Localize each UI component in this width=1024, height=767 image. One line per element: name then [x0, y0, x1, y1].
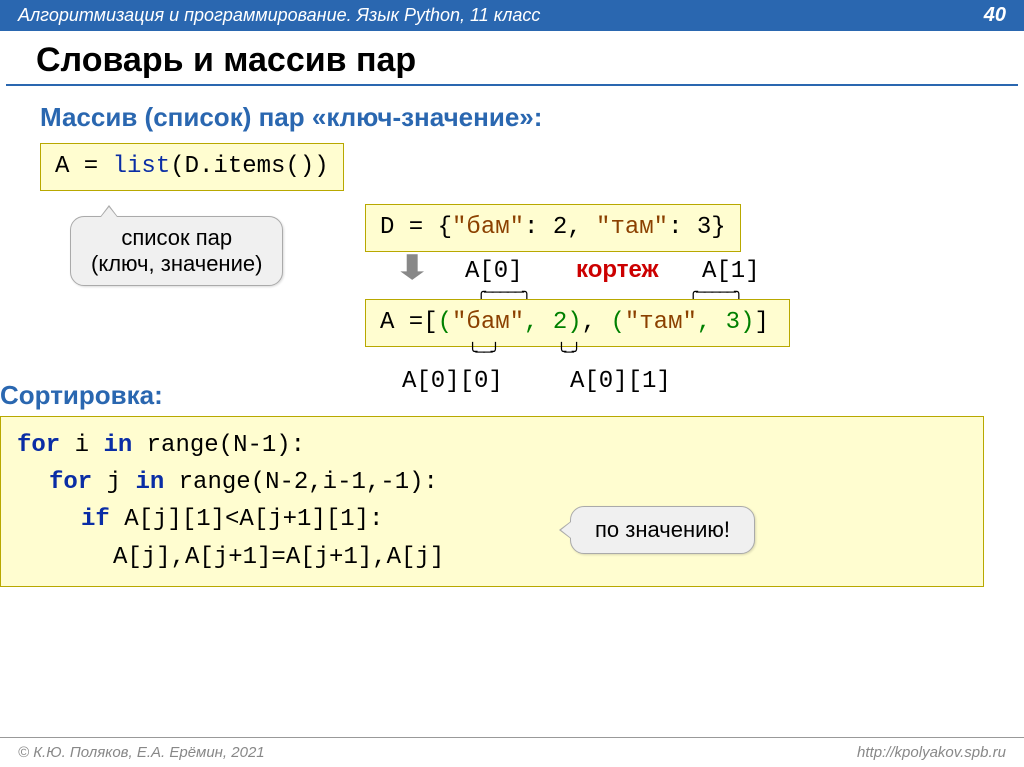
t: "там" [596, 214, 668, 241]
footer-authors: © К.Ю. Поляков, Е.А. Ерёмин, 2021 [18, 744, 265, 761]
t: , [582, 309, 611, 336]
t: ( [610, 309, 624, 336]
t: "там" [625, 309, 697, 336]
t: if [81, 506, 110, 533]
t: ( [438, 309, 452, 336]
footer-url: http://kpolyakov.spb.ru [857, 744, 1006, 761]
t: ] [754, 309, 768, 336]
codebox-list-items: A = list(D.items()) [40, 143, 344, 191]
callout-by-value: по значению! [570, 506, 755, 554]
t: : 2, [524, 214, 596, 241]
label-a01: A[0][1] [570, 368, 671, 395]
t: for [17, 432, 60, 459]
t: A[j],A[j+1]=A[j+1],A[j] [113, 544, 444, 571]
code-rest: (D.items()) [170, 153, 328, 180]
code-func: list [113, 153, 171, 180]
t: range(N-1): [132, 432, 305, 459]
codebox-dict-d: D = {"бам": 2, "там": 3} [365, 204, 741, 252]
t: i [60, 432, 103, 459]
callout-pairs-list: список пар (ключ, значение) [70, 216, 283, 286]
callout-line2: (ключ, значение) [91, 251, 262, 277]
t: : 3} [668, 214, 726, 241]
brace-icon: ╰──╯ [438, 342, 528, 362]
codebox-list-a: A =[("бам", 2), ("там", 3)] [365, 299, 790, 347]
callout-line1: список пар [91, 225, 262, 251]
t: "бам" [452, 214, 524, 241]
t: A =[ [380, 309, 438, 336]
t: range(N-2,i-1,-1): [164, 469, 438, 496]
subheading-sorting: Сортировка: [0, 380, 163, 411]
codebox-sort: for i in range(N-1): for j in range(N-2,… [0, 416, 984, 587]
page-title: Словарь и массив пар [6, 31, 1018, 86]
footer: © К.Ю. Поляков, Е.А. Ерёмин, 2021 http:/… [0, 737, 1024, 767]
t: , 3) [697, 309, 755, 336]
t: j [92, 469, 135, 496]
t: in [103, 432, 132, 459]
t: in [135, 469, 164, 496]
t: for [49, 469, 92, 496]
label-tuple: кортеж [576, 256, 659, 284]
code-lhs: A = [55, 153, 113, 180]
page-number: 40 [984, 4, 1006, 27]
course-name: Алгоритмизация и программирование. Язык … [18, 5, 540, 26]
header-bar: Алгоритмизация и программирование. Язык … [0, 0, 1024, 31]
subheading-array-pairs: Массив (список) пар «ключ-значение»: [40, 102, 984, 133]
callout-text: по значению! [595, 517, 730, 542]
label-a0: A[0] [465, 258, 523, 285]
label-a1: A[1] [702, 258, 760, 285]
t: "бам" [452, 309, 524, 336]
t: A[j][1]<A[j+1][1]: [110, 506, 384, 533]
t: , 2) [524, 309, 582, 336]
brace-icon: ╰─╯ [548, 342, 588, 362]
label-a00: A[0][0] [402, 368, 503, 395]
t: D = { [380, 214, 452, 241]
